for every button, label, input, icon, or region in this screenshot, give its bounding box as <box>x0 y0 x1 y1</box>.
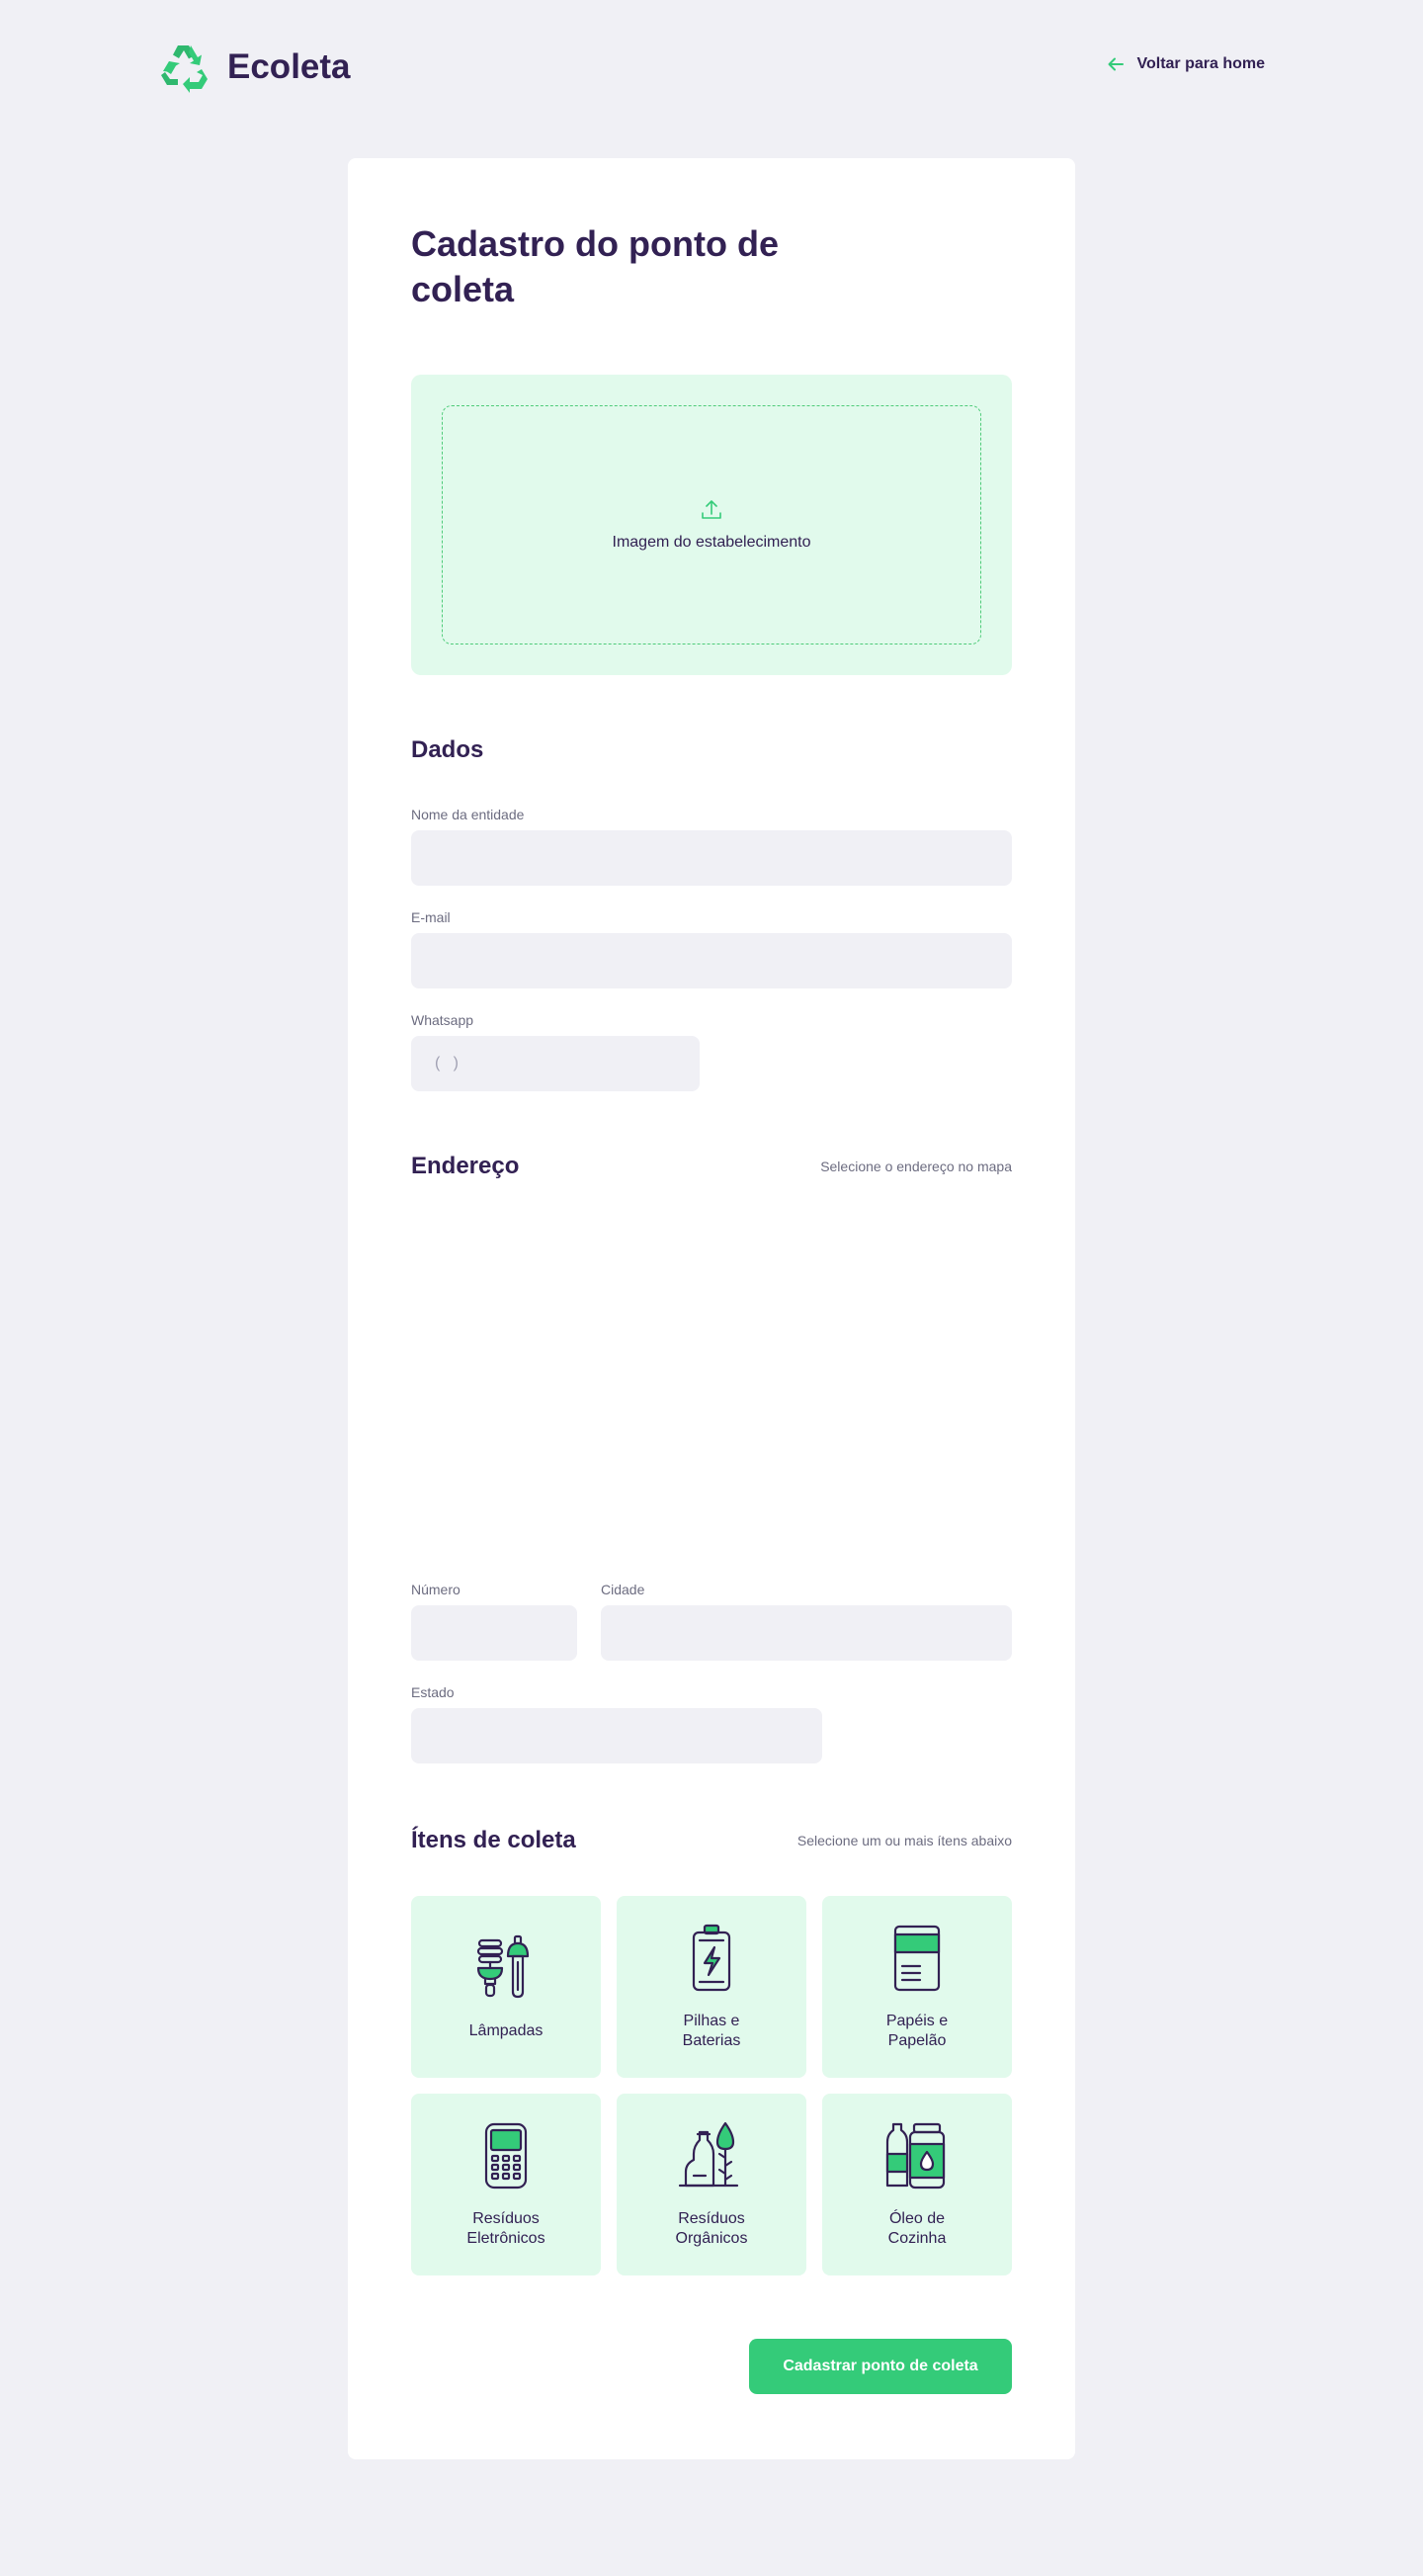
endereco-hint: Selecione o endereço no mapa <box>820 1159 1012 1174</box>
back-home-link[interactable]: Voltar para home <box>1107 55 1265 73</box>
logo-text: Ecoleta <box>227 47 351 86</box>
item-eletronicos[interactable]: Resíduos Eletrônicos <box>411 2094 601 2275</box>
address-map[interactable] <box>411 1200 1012 1536</box>
organic-icon <box>678 2121 739 2188</box>
section-title-itens: Ítens de coleta <box>411 1827 576 1853</box>
cidade-label: Cidade <box>601 1582 645 1597</box>
itens-hint: Selecione um ou mais ítens abaixo <box>796 1833 1012 1848</box>
name-label: Nome da entidade <box>411 807 525 822</box>
form-card: Cadastro do ponto de coleta Imagem do es… <box>348 158 1075 2459</box>
estado-label: Estado <box>411 1684 455 1700</box>
cidade-input[interactable] <box>601 1605 1012 1661</box>
name-input[interactable] <box>411 830 1012 886</box>
dropzone-border: Imagem do estabelecimento <box>442 405 981 644</box>
lamp-icon <box>476 1934 530 1999</box>
section-title-endereco: Endereço <box>411 1153 520 1179</box>
email-input[interactable] <box>411 933 1012 988</box>
items-grid: Lâmpadas Pilhas e Baterias Papéis e Pape… <box>411 1896 1012 2275</box>
section-title-dados: Dados <box>411 736 484 763</box>
battery-icon <box>692 1924 731 1992</box>
item-papeis[interactable]: Papéis e Papelão <box>822 1896 1012 2078</box>
item-oleo[interactable]: Óleo de Cozinha <box>822 2094 1012 2275</box>
page-header: Ecoleta Voltar para home <box>158 42 1265 93</box>
paper-icon <box>893 1925 941 1992</box>
item-label: Resíduos Eletrônicos <box>466 2210 545 2247</box>
whatsapp-label: Whatsapp <box>411 1012 474 1028</box>
dropzone-label: Imagem do estabelecimento <box>612 534 811 551</box>
item-pilhas[interactable]: Pilhas e Baterias <box>617 1896 806 2078</box>
whatsapp-input[interactable] <box>411 1036 700 1091</box>
electronics-icon <box>484 2122 528 2190</box>
page-title: Cadastro do ponto de coleta <box>411 223 779 309</box>
recycle-icon <box>161 45 208 93</box>
arrow-left-icon <box>1108 57 1125 71</box>
estado-select[interactable] <box>411 1708 822 1763</box>
numero-input[interactable] <box>411 1605 577 1661</box>
submit-button[interactable]: Cadastrar ponto de coleta <box>749 2339 1012 2394</box>
item-lampadas[interactable]: Lâmpadas <box>411 1896 601 2078</box>
logo: Ecoleta <box>158 42 351 93</box>
item-label: Resíduos Orgânicos <box>675 2210 748 2247</box>
item-label: Pilhas e Baterias <box>682 2013 741 2049</box>
item-label: Lâmpadas <box>468 2022 544 2039</box>
item-label: Óleo de Cozinha <box>887 2210 947 2247</box>
item-organicos[interactable]: Resíduos Orgânicos <box>617 2094 806 2275</box>
upload-icon <box>702 500 721 519</box>
numero-label: Número <box>411 1582 460 1597</box>
oil-icon <box>885 2122 946 2190</box>
back-home-label: Voltar para home <box>1136 55 1265 72</box>
email-label: E-mail <box>411 909 451 925</box>
item-label: Papéis e Papelão <box>885 2013 949 2049</box>
image-dropzone[interactable]: Imagem do estabelecimento <box>411 375 1012 675</box>
